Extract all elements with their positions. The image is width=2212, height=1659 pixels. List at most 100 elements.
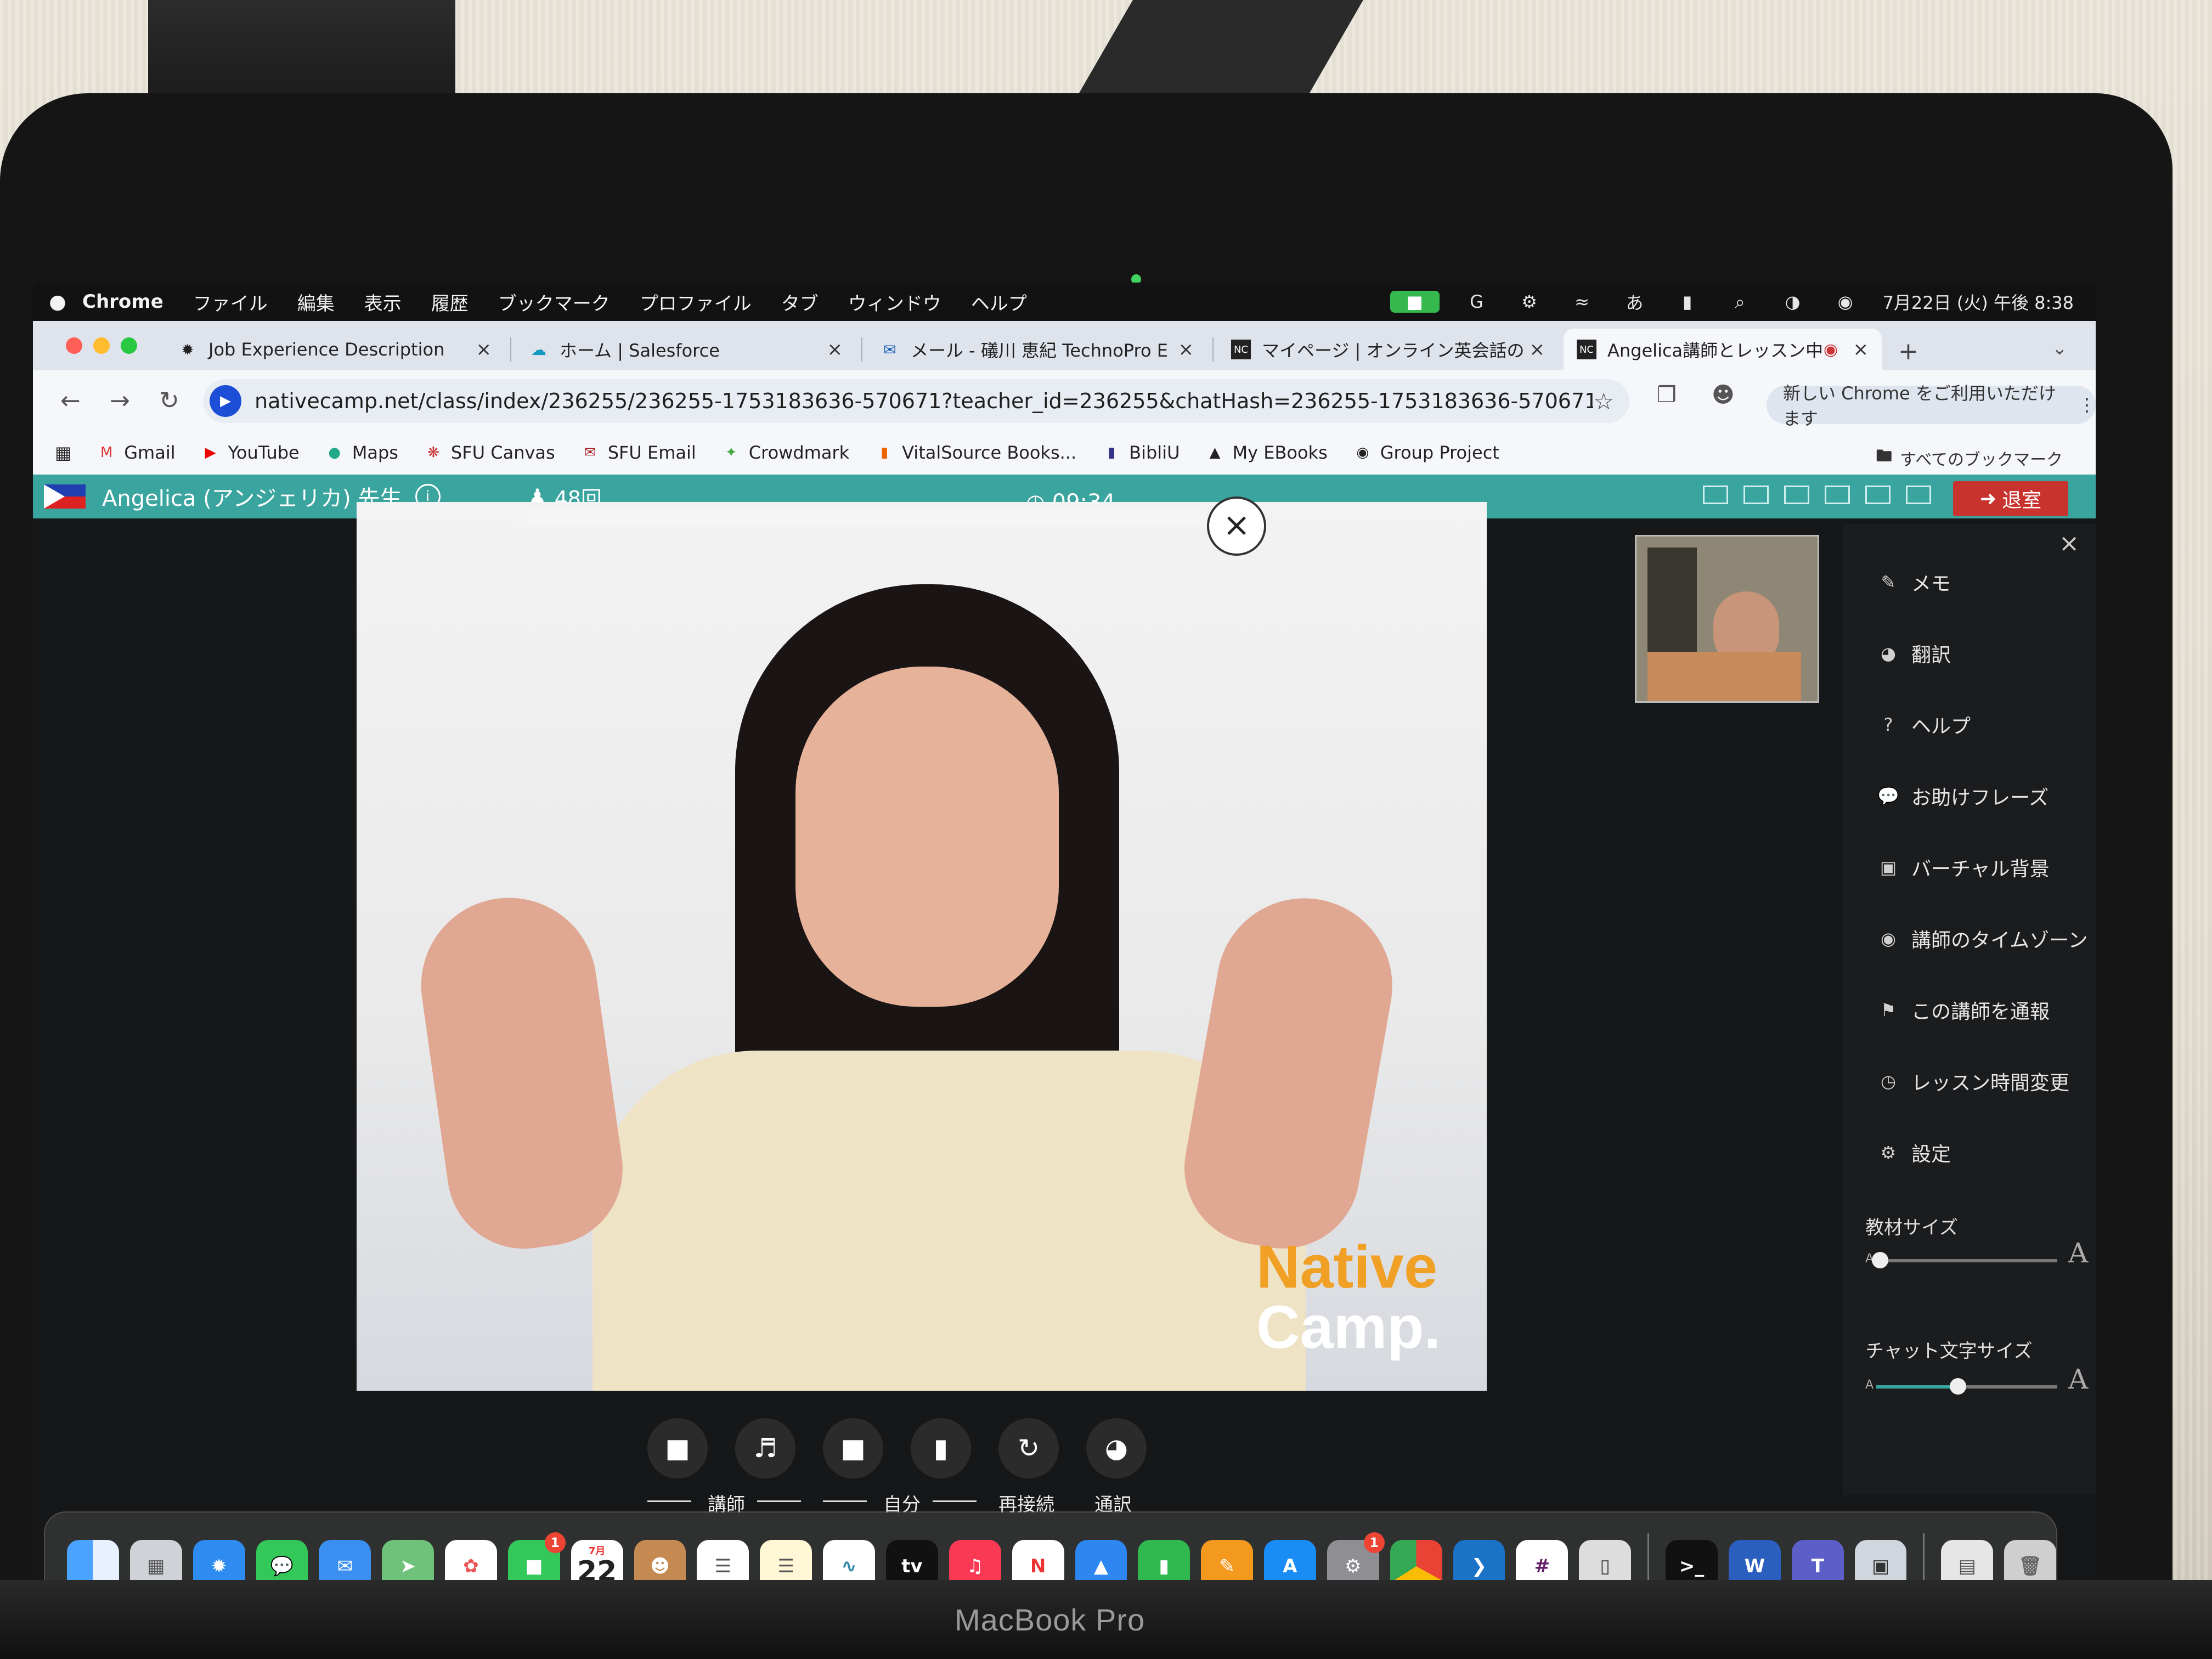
menu-window[interactable]: ウィンドウ xyxy=(848,289,941,315)
close-icon[interactable]: × xyxy=(1178,338,1194,360)
menu-help[interactable]: ヘルプ xyxy=(971,289,1027,315)
bookmark-bibliu[interactable]: ▮ BibliU xyxy=(1102,442,1180,463)
all-bookmarks-button[interactable]: 🖿 すべてのブックマーク xyxy=(1876,444,2063,472)
nativecamp-watermark-logo: Native Camp. xyxy=(1256,1237,1441,1358)
apple-icon[interactable]: ● xyxy=(33,291,82,313)
layout-single-icon[interactable] xyxy=(1703,486,1728,504)
layout-split-horizontal-icon[interactable] xyxy=(1743,486,1769,504)
menu-teacher-timezone[interactable]: ◉ 講師のタイムゾーン xyxy=(1876,924,2087,953)
forward-icon[interactable]: → xyxy=(110,387,130,415)
gear-icon: ⚙ xyxy=(1880,1142,1897,1163)
menu-helpful-phrases[interactable]: 💬 お助けフレーズ xyxy=(1876,782,2049,810)
close-side-menu-icon[interactable]: × xyxy=(2059,529,2079,557)
layout-grid-icon[interactable] xyxy=(1825,486,1850,504)
teacher-camera-button[interactable]: ■ xyxy=(647,1418,708,1479)
close-icon[interactable]: × xyxy=(827,338,843,360)
close-material-icon[interactable]: × xyxy=(1207,496,1266,556)
minimize-window-button[interactable] xyxy=(93,337,110,354)
menu-memo[interactable]: ✎ メモ xyxy=(1876,568,1951,596)
new-tab-button[interactable]: + xyxy=(1898,337,1918,365)
input-method-icon[interactable]: あ xyxy=(1620,291,1650,313)
bookmark-group-project[interactable]: ◉ Group Project xyxy=(1353,442,1499,463)
nc-icon: NC xyxy=(1577,340,1596,359)
tab-mypage[interactable]: NC マイページ | オンライン英会話の × xyxy=(1218,329,1558,370)
menu-virtual-background[interactable]: ▣ バーチャル背景 xyxy=(1876,853,2050,882)
apps-grid-icon[interactable]: ▦ xyxy=(55,442,71,463)
more-menu-icon[interactable]: ⋮ xyxy=(2078,394,2096,415)
url-text[interactable]: nativecamp.net/class/index/236255/236255… xyxy=(255,389,1593,413)
close-icon[interactable]: × xyxy=(1853,338,1869,360)
bibliu-icon: ▮ xyxy=(1107,444,1116,461)
back-icon[interactable]: ← xyxy=(60,387,81,415)
chat-text-size-knob[interactable] xyxy=(1949,1378,1966,1395)
reconnect-button[interactable]: ↻ xyxy=(998,1418,1059,1479)
layout-text-icon[interactable] xyxy=(1865,486,1891,504)
menu-profile[interactable]: プロファイル xyxy=(640,289,752,315)
layout-sidebar-icon[interactable] xyxy=(1906,486,1931,504)
bookmark-maps[interactable]: ● Maps xyxy=(325,442,398,463)
menu-history[interactable]: 履歴 xyxy=(431,289,469,315)
close-icon[interactable]: × xyxy=(476,338,492,360)
bookmark-vitalsource[interactable]: ▮ VitalSource Books... xyxy=(874,442,1076,463)
chat-text-size-slider[interactable] xyxy=(1876,1378,2057,1395)
tab-separator xyxy=(1212,337,1214,362)
teacher-speaker-button[interactable]: ♬ xyxy=(735,1418,795,1479)
exit-room-button[interactable]: ➜ 退室 xyxy=(1953,481,2068,516)
tab-active-lesson[interactable]: NC Angelica講師とレッスン中 ◉ × xyxy=(1564,329,1882,370)
siri-icon[interactable]: ◉ xyxy=(1830,291,1861,313)
control-center-icon[interactable]: ◑ xyxy=(1778,291,1808,313)
menu-chrome[interactable]: Chrome xyxy=(82,291,163,313)
laptop: ● Chrome ファイル 編集 表示 履歴 ブックマーク プロファイル タブ … xyxy=(0,93,2172,1659)
self-video[interactable] xyxy=(1635,535,1819,703)
philippines-flag-icon xyxy=(44,484,86,509)
extensions-icon[interactable]: ❒ xyxy=(1657,382,1677,408)
wifi-icon[interactable]: ≈ xyxy=(1567,291,1598,313)
battery-icon[interactable]: ▮ xyxy=(1672,291,1703,313)
bookmark-label: Gmail xyxy=(124,442,176,463)
tab-job-experience[interactable]: ✹ Job Experience Description × xyxy=(165,329,505,370)
reload-icon[interactable]: ↻ xyxy=(159,387,179,415)
menu-help[interactable]: ? ヘルプ xyxy=(1876,710,1971,739)
bookmark-sfu-canvas[interactable]: ❋ SFU Canvas xyxy=(424,442,555,463)
chrome-update-button[interactable]: 新しい Chrome をご利用いただけます ⋮ xyxy=(1767,383,2096,429)
profile-avatar-icon[interactable]: ☻ xyxy=(1712,382,1735,408)
menu-bookmarks[interactable]: ブックマーク xyxy=(498,289,610,315)
bookmark-label: YouTube xyxy=(228,442,300,463)
close-icon[interactable]: × xyxy=(1530,338,1545,360)
tab-search-icon[interactable]: ⌄ xyxy=(2052,337,2068,359)
menu-file[interactable]: ファイル xyxy=(193,289,268,315)
material-size-slider[interactable] xyxy=(1871,1252,2057,1268)
menu-edit[interactable]: 編集 xyxy=(297,289,335,315)
tab-salesforce[interactable]: ☁ ホーム | Salesforce × xyxy=(516,329,856,370)
bookmark-my-ebooks[interactable]: ▲ My EBooks xyxy=(1205,442,1328,463)
layout-split-vertical-icon[interactable] xyxy=(1784,486,1809,504)
bookmark-label: SFU Canvas xyxy=(450,442,555,463)
menubar-clock[interactable]: 7月22日 (火) 午後 8:38 xyxy=(1883,289,2074,314)
menu-translate[interactable]: ◕ 翻訳 xyxy=(1876,639,1951,668)
interpreter-button[interactable]: ◕ xyxy=(1086,1418,1147,1479)
vitalsource-icon: ▮ xyxy=(880,444,889,461)
material-size-knob[interactable] xyxy=(1871,1252,1888,1268)
teacher-video[interactable]: Native Camp. xyxy=(357,502,1487,1391)
menu-tab[interactable]: タブ xyxy=(781,289,819,315)
menu-report-teacher[interactable]: ⚑ この講師を通報 xyxy=(1876,996,2050,1024)
bookmark-youtube[interactable]: ▶ YouTube xyxy=(201,442,300,463)
menu-settings[interactable]: ⚙ 設定 xyxy=(1876,1138,1951,1167)
bookmark-sfu-email[interactable]: ✉ SFU Email xyxy=(580,442,696,463)
grammarly-icon[interactable]: G xyxy=(1462,291,1492,313)
tab-outlook-mail[interactable]: ✉ メール - 礒川 恵紀 TechnoPro E × xyxy=(867,329,1207,370)
site-info-icon[interactable]: ▶ xyxy=(210,385,241,417)
facetime-camera-icon[interactable]: ■ xyxy=(1390,291,1440,313)
self-camera-button[interactable]: ■ xyxy=(823,1418,883,1479)
address-bar[interactable]: ▶ nativecamp.net/class/index/236255/2362… xyxy=(203,379,1629,423)
menu-change-lesson-time[interactable]: ◷ レッスン時間変更 xyxy=(1876,1067,2069,1096)
zoom-window-button[interactable] xyxy=(121,337,137,354)
menu-view[interactable]: 表示 xyxy=(364,289,402,315)
teams-status-icon[interactable]: ⚙ xyxy=(1514,291,1545,313)
bookmark-crowdmark[interactable]: ✦ Crowdmark xyxy=(721,442,849,463)
bookmark-star-icon[interactable]: ☆ xyxy=(1593,388,1614,415)
close-window-button[interactable] xyxy=(66,337,82,354)
bookmark-gmail[interactable]: M Gmail xyxy=(97,442,176,463)
self-mic-button[interactable]: ▮ xyxy=(911,1418,971,1479)
spotlight-search-icon[interactable]: ⌕ xyxy=(1725,291,1756,313)
